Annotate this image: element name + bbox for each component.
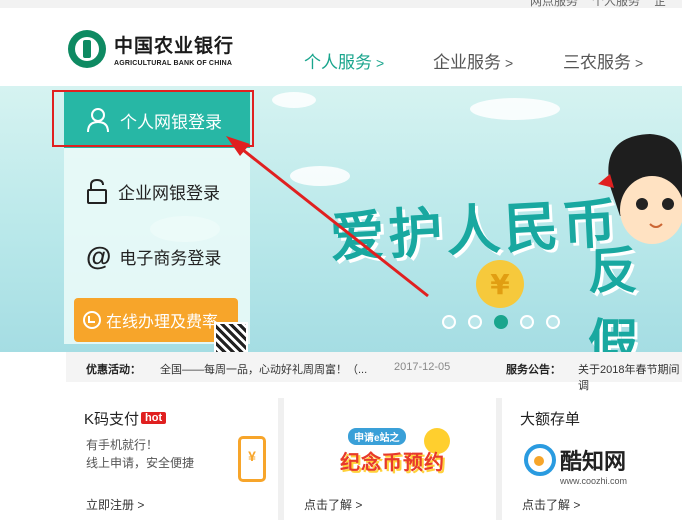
mobile-yen-icon: ¥ <box>238 436 266 482</box>
carousel-dot[interactable] <box>520 315 534 329</box>
promo-headline: 纪念币预约 <box>340 452 445 474</box>
notice-link[interactable]: 关于2018年春节期间调 <box>578 361 682 393</box>
activity-date: 2017-12-05 <box>394 361 451 373</box>
carousel-dot-active[interactable] <box>494 315 508 329</box>
chevron-right-icon: > <box>635 55 644 71</box>
ecommerce-login-label: 电子商务登录 <box>119 248 222 268</box>
activity-link[interactable]: 全国——每周一品，心动好礼周周富！（... <box>160 361 367 377</box>
promo-tag: 申请e站之 <box>348 428 406 445</box>
chevron-right-icon: > <box>505 55 514 71</box>
hand-pointer-icon <box>83 311 101 329</box>
activity-label: 优惠活动： <box>86 364 141 376</box>
site-header: 中国农业银行 AGRICULTURAL BANK OF CHINA 个人服务 > … <box>0 8 682 86</box>
logo-name-en: AGRICULTURAL BANK OF CHINA <box>114 60 233 67</box>
qr-code-icon <box>214 322 248 352</box>
corporate-banking-login-button[interactable]: 企业网银登录 <box>86 178 220 204</box>
at-sign-icon: @ <box>86 241 112 271</box>
banner-slogan: 爱护人民币 <box>328 191 622 270</box>
site-watermark: 酷知网 www.coozhi.com <box>518 438 668 496</box>
online-service-label: 在线办理及费率 <box>106 314 219 331</box>
notice-label: 服务公告： <box>506 364 561 376</box>
nav-label: 三农服务 <box>563 53 631 72</box>
activity-bar: 优惠活动： 全国——每周一品，心动好礼周周富！（... 2017-12-05 服… <box>66 352 682 392</box>
chevron-right-icon: > <box>376 55 385 71</box>
cloud-decoration <box>272 92 316 108</box>
svg-text:¥: ¥ <box>490 268 510 301</box>
learn-more-link[interactable]: 点击了解 > <box>522 496 580 513</box>
ecommerce-login-button[interactable]: @ 电子商务登录 <box>86 243 221 269</box>
commemorative-coin-card[interactable]: 申请e站之 纪念币预约 点击了解 > <box>284 398 496 520</box>
carousel-dots <box>442 315 560 329</box>
lock-icon <box>87 178 107 204</box>
learn-more-link[interactable]: 点击了解 > <box>304 496 362 513</box>
carousel-dot[interactable] <box>468 315 482 329</box>
cloud-decoration <box>290 166 350 186</box>
banner-slogan-2: 反假 <box>588 242 640 352</box>
coin-promo-graphic: 申请e站之 纪念币预约 <box>336 426 466 480</box>
card-title: 大额存单 <box>520 411 581 428</box>
coozhi-logo-icon <box>524 444 556 476</box>
cloud-decoration <box>470 98 560 120</box>
hot-badge: hot <box>141 412 167 424</box>
watermark-url: www.coozhi.com <box>560 476 628 486</box>
abc-logo-icon <box>68 30 106 68</box>
logo-name-cn: 中国农业银行 <box>114 35 235 57</box>
watermark-text: 酷知网 <box>560 449 627 474</box>
annotation-highlight-box <box>52 90 254 147</box>
nav-label: 个人服务 <box>304 53 372 72</box>
corporate-login-label: 企业网银登录 <box>118 183 220 203</box>
top-utility-bar: 网点服务 个人服务 企 <box>0 0 682 8</box>
bank-logo[interactable]: 中国农业银行 AGRICULTURAL BANK OF CHINA <box>68 30 234 68</box>
nav-corporate-services[interactable]: 企业服务 > <box>433 48 513 73</box>
nav-agri-services[interactable]: 三农服务 > <box>563 48 643 73</box>
card-title: K码支付 hot <box>84 408 167 429</box>
kcode-pay-card[interactable]: K码支付 hot 有手机就行！ 线上申请，安全便捷 ¥ 立即注册 > <box>66 398 278 520</box>
carousel-dot[interactable] <box>546 315 560 329</box>
nav-label: 企业服务 <box>433 53 501 72</box>
carousel-dot[interactable] <box>442 315 456 329</box>
card-desc: 线上申请，安全便捷 <box>86 456 195 470</box>
card-desc: 有手机就行！ <box>86 438 159 452</box>
nav-personal-services[interactable]: 个人服务 > <box>304 48 384 73</box>
register-now-link[interactable]: 立即注册 > <box>86 496 144 513</box>
